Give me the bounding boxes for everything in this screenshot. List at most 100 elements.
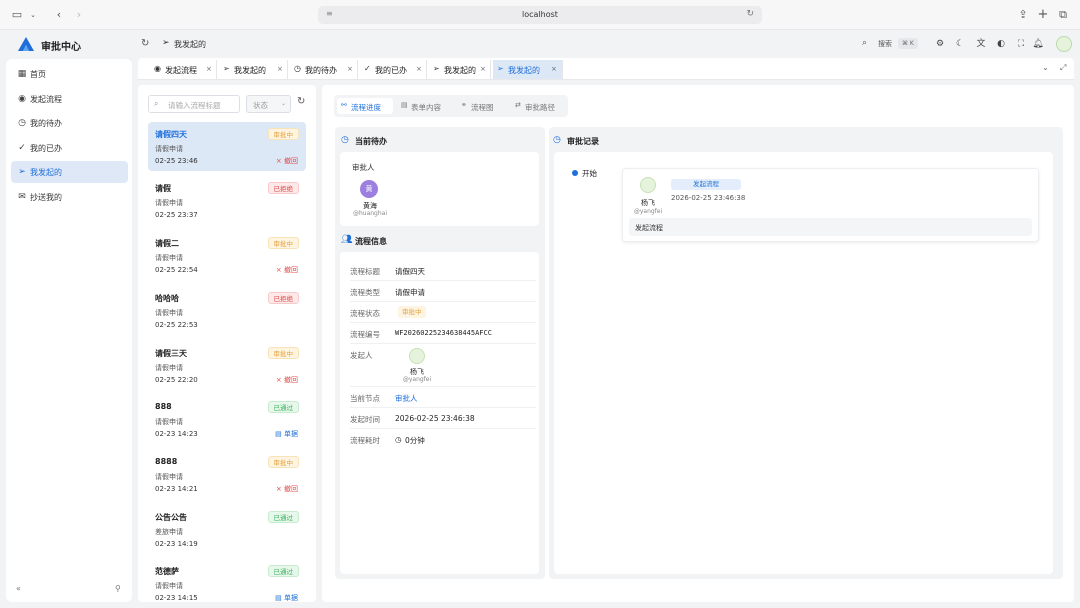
new-tab-icon[interactable]: + xyxy=(1036,8,1050,22)
user-avatar[interactable] xyxy=(1056,36,1072,52)
refresh-icon[interactable]: ↻ xyxy=(141,38,149,49)
chevron-down-icon[interactable]: ⌄ xyxy=(26,8,40,22)
translate-icon[interactable]: 文 xyxy=(975,38,987,50)
search-icon[interactable]: ⌕ xyxy=(862,38,867,48)
search-button[interactable]: 搜索 xyxy=(878,39,892,49)
grid-icon: ▦ xyxy=(17,69,27,79)
tab-my-initiated-2[interactable]: ➢ 我发起的 × xyxy=(429,60,491,79)
bell-icon[interactable]: 🔔︎ xyxy=(1032,38,1044,50)
collapse-sidebar-icon[interactable]: « xyxy=(16,584,21,593)
tab-my-initiated-active[interactable]: ➢ 我发起的 × xyxy=(493,60,563,79)
sidebar-item-cc-me[interactable]: ✉ 抄送我的 xyxy=(11,186,128,208)
search-input[interactable]: ⌕ 请输入流程标题 xyxy=(148,95,240,113)
sidebar-item-label: 首页 xyxy=(30,70,46,79)
tab-label: 我发起的 xyxy=(234,66,266,75)
tab-label: 发起流程 xyxy=(165,66,197,75)
tab-my-todo[interactable]: ◷ 我的待办 × xyxy=(290,60,358,79)
avatar xyxy=(409,348,425,364)
tab-label: 我的已办 xyxy=(375,66,407,75)
list-item[interactable]: 请假二 审批中 请假申请 02-25 22:54 × 撤回 xyxy=(148,231,306,280)
address-bar[interactable]: ≡ localhost ↻ xyxy=(318,6,762,24)
info-row-title: 流程标题 请假四天 xyxy=(350,260,536,281)
forward-icon[interactable]: › xyxy=(72,8,86,22)
subtab-route[interactable]: ⇄ 审批路径 xyxy=(511,98,565,114)
sidebar-item-home[interactable]: ▦ 首页 xyxy=(11,63,128,85)
timeline-dot xyxy=(572,170,578,176)
list-item[interactable]: 8888 审批中 请假申请 02-23 14:21 × 撤回 xyxy=(148,450,306,499)
list-item[interactable]: 哈哈哈 已拒绝 请假申请 02-25 22:53 xyxy=(148,286,306,335)
close-icon[interactable]: × xyxy=(551,65,557,73)
check-circle-icon: ✓ xyxy=(364,64,371,73)
subtab-form[interactable]: ▤ 表单内容 xyxy=(397,98,453,114)
info-key: 流程耗时 xyxy=(350,436,380,445)
tab-label: 我的待办 xyxy=(305,66,337,75)
sidebar-item-my-todo[interactable]: ◷ 我的待办 xyxy=(11,112,128,134)
list-item[interactable]: 范德萨 已通过 请假申请 02-23 14:15 ▤ 单据 xyxy=(148,559,306,602)
info-value: 0分钟 xyxy=(405,436,425,445)
sidebar-item-label: 发起流程 xyxy=(30,95,62,104)
list-item[interactable]: 公告公告 已通过 差旅申请 02-23 14:19 xyxy=(148,505,306,554)
info-row-initiator: 发起人 杨飞 @yangfei xyxy=(350,344,536,387)
settings-icon[interactable]: ⚙ xyxy=(934,38,946,50)
status-badge: 已通过 xyxy=(267,511,299,523)
subtab-label: 流程进度 xyxy=(351,103,381,112)
tab-start-process[interactable]: ◉ 发起流程 × xyxy=(150,60,217,79)
refresh-icon[interactable]: ↻ xyxy=(297,96,305,107)
back-icon[interactable]: ‹ xyxy=(52,8,66,22)
list-item[interactable]: 请假 已拒绝 请假申请 02-25 23:37 xyxy=(148,176,306,225)
action-label: 单据 xyxy=(284,594,298,602)
list-item-title: 888 xyxy=(155,402,172,411)
status-badge: 已通过 xyxy=(267,565,299,577)
list-item-time: 02-25 22:53 xyxy=(155,321,198,329)
tab-my-done[interactable]: ✓ 我的已办 × xyxy=(360,60,427,79)
share-icon[interactable]: ⇪ xyxy=(1016,8,1030,22)
record-time: 2026-02-25 23:46:38 xyxy=(671,194,746,202)
info-value[interactable]: 审批人 xyxy=(395,393,418,404)
initiator-handle: @yangfei xyxy=(402,376,432,383)
withdraw-button[interactable]: × 撤回 xyxy=(276,265,298,275)
detail-subtabs: ⚯ 流程进度 ▤ 表单内容 ⚭ 流程图 ⇄ 审批路径 xyxy=(334,95,568,117)
list-item[interactable]: 请假四天 审批中 请假申请 02-25 23:46 × 撤回 xyxy=(148,122,306,171)
chevron-down-icon[interactable]: ⌄ xyxy=(1042,63,1049,72)
list-item[interactable]: 请假三天 审批中 请假申请 02-25 22:20 × 撤回 xyxy=(148,341,306,390)
subtab-graph[interactable]: ⚭ 流程图 xyxy=(457,98,507,114)
dark-mode-icon[interactable]: ☾ xyxy=(954,38,966,50)
theme-icon[interactable]: ◐ xyxy=(995,38,1007,50)
close-icon[interactable]: × xyxy=(347,65,353,73)
status-badge: 审批中 xyxy=(267,347,299,359)
document-button[interactable]: ▤ 单据 xyxy=(275,429,298,439)
close-icon[interactable]: × xyxy=(206,65,212,73)
sidebar-item-my-initiated[interactable]: ➢ 我发起的 xyxy=(11,161,128,183)
avatar xyxy=(640,177,656,193)
tab-overview-icon[interactable]: ⧉ xyxy=(1056,8,1070,22)
records-box: 开始 杨飞 @yangfei 发起流程 2026-02-25 23:46:38 … xyxy=(554,152,1053,574)
list-item-title: 8888 xyxy=(155,457,178,466)
fullscreen-icon[interactable]: ⛶ xyxy=(1015,38,1027,50)
breadcrumb: 我发起的 xyxy=(174,40,206,49)
browser-toolbar: ▭ ⌄ ‹ › ≡ localhost ↻ ⇪ + ⧉ xyxy=(0,0,1080,30)
pin-icon[interactable]: ⚲ xyxy=(115,584,121,593)
maximize-icon[interactable]: ⤢ xyxy=(1060,63,1066,73)
withdraw-button[interactable]: × 撤回 xyxy=(276,156,298,166)
info-key: 流程状态 xyxy=(350,309,380,318)
reload-icon[interactable]: ↻ xyxy=(746,9,754,19)
close-icon[interactable]: × xyxy=(480,65,486,73)
info-row-type: 流程类型 请假申请 xyxy=(350,281,536,302)
sidebar-item-my-done[interactable]: ✓ 我的已办 xyxy=(11,137,128,159)
status-select[interactable]: 状态 ⌄ xyxy=(246,95,291,113)
record-user-handle: @yangfei xyxy=(633,208,663,215)
withdraw-button[interactable]: × 撤回 xyxy=(276,484,298,494)
list-item[interactable]: 888 已通过 请假申请 02-23 14:23 ▤ 单据 xyxy=(148,395,306,444)
clock-icon: ◷ xyxy=(553,135,561,145)
info-row-id: 流程编号 WF20260225234638445AFCC xyxy=(350,323,536,344)
tab-my-initiated[interactable]: ➢ 我发起的 × xyxy=(219,60,288,79)
close-icon[interactable]: × xyxy=(277,65,283,73)
sidebar-toggle-icon[interactable]: ▭ xyxy=(10,8,24,22)
subtab-progress[interactable]: ⚯ 流程进度 xyxy=(337,98,393,114)
withdraw-button[interactable]: × 撤回 xyxy=(276,375,298,385)
clock-icon: ◷ xyxy=(294,64,301,73)
info-value: WF20260225234638445AFCC xyxy=(395,329,492,337)
sidebar-item-start-process[interactable]: ◉ 发起流程 xyxy=(11,88,128,110)
document-button[interactable]: ▤ 单据 xyxy=(275,593,298,602)
close-icon[interactable]: × xyxy=(416,65,422,73)
